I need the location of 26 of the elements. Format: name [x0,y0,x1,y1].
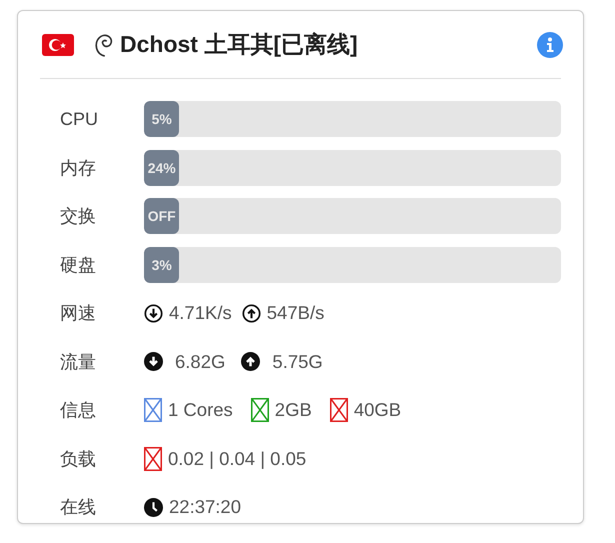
spec-value: 0.02 | 0.04 | 0.05 [168,448,306,470]
upload-total: 5.75G [272,350,323,373]
server-title: Dchost 土耳其[已离线] [120,30,359,59]
row-label: 硬盘 [60,254,97,277]
upload-speed: 547B/s [266,302,324,324]
info-icon[interactable] [537,32,563,58]
uptime-value: 22:37:20 [169,496,242,518]
spec-value: 2GB [274,399,312,422]
progress-value: 24% [148,160,176,176]
row-label: 网速 [60,302,97,326]
flag-icon [42,34,74,56]
row-label: 负载 [60,448,97,471]
row-label: 交换 [60,205,97,228]
download-speed: 4.71K/s [169,302,232,324]
progress-value: 3% [152,256,172,273]
row-label: 在线 [60,496,97,520]
progress-value: 5% [152,111,172,128]
row-label: CPU [60,108,100,130]
download-total: 6.82G [175,350,226,373]
clock-icon [144,498,163,517]
row-label: 内存 [60,156,97,180]
progress-value: OFF [148,208,176,224]
spec-value: 40GB [354,399,402,422]
row-label: 信息 [60,399,97,422]
row-label: 流量 [60,350,97,374]
spec-value: 1 Cores [168,399,233,422]
